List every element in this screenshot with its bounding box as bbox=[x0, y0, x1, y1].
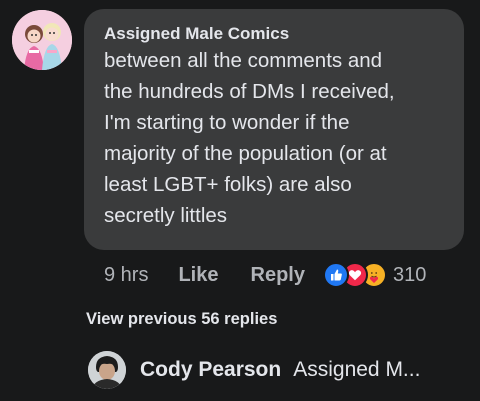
like-button[interactable]: Like bbox=[178, 264, 218, 287]
comment-author[interactable]: Assigned Male Comics bbox=[104, 23, 448, 45]
comment-actions: 9 hrs Like Reply 310 bbox=[104, 260, 474, 290]
reply-author[interactable]: Cody Pearson bbox=[140, 358, 281, 382]
comment-body: between all the comments and the hundred… bbox=[104, 45, 448, 231]
reply-button[interactable]: Reply bbox=[251, 264, 305, 287]
comment-line: between all the comments and bbox=[104, 49, 383, 72]
comment-line: I'm starting to wonder if the bbox=[104, 111, 350, 134]
like-reaction-icon bbox=[322, 262, 349, 288]
latest-reply[interactable]: Cody Pearson Assigned M... bbox=[88, 350, 420, 390]
reaction-count: 310 bbox=[392, 263, 427, 286]
reactions-summary[interactable]: 310 bbox=[322, 262, 427, 288]
view-previous-replies-link[interactable]: View previous 56 replies bbox=[86, 310, 277, 329]
user-photo-avatar-icon[interactable] bbox=[88, 351, 126, 389]
comment-line: least LGBT+ folks) are also bbox=[104, 173, 352, 196]
comment-bubble: Assigned Male Comics between all the com… bbox=[84, 9, 464, 250]
comment-line: the hundreds of DMs I received, bbox=[104, 80, 395, 103]
comment-line: secretly littles bbox=[104, 204, 228, 227]
reply-preview-text: Assigned M... bbox=[293, 358, 421, 381]
comment-timestamp[interactable]: 9 hrs bbox=[104, 264, 148, 287]
comment-line: majority of the population (or at bbox=[104, 142, 387, 165]
comment-thread: Assigned Male Comics between all the com… bbox=[0, 0, 480, 401]
comic-characters-avatar-icon[interactable] bbox=[12, 10, 72, 70]
